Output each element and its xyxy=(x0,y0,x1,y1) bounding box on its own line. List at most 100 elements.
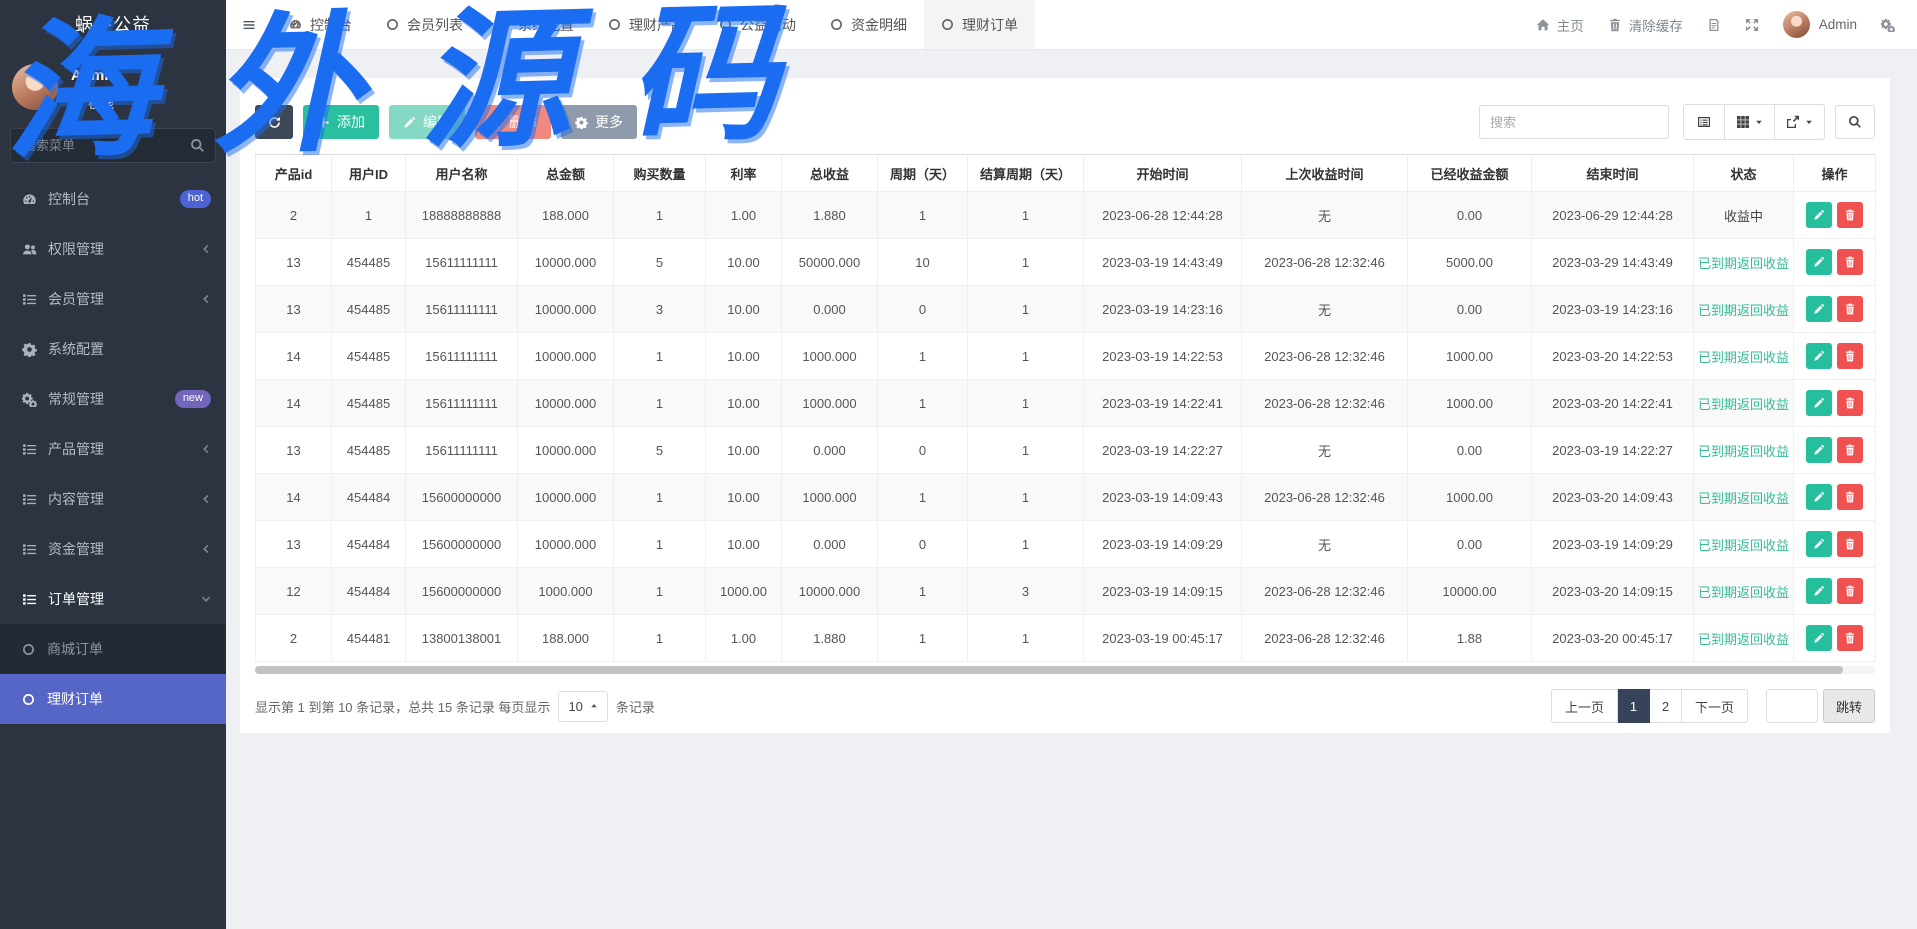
table-row[interactable]: 134544851561111111110000.000510.0050000.… xyxy=(256,239,1876,286)
dashboard-icon xyxy=(289,18,302,31)
row-edit-button[interactable] xyxy=(1806,531,1832,557)
more-button[interactable]: 更多 xyxy=(561,105,637,139)
row-edit-button[interactable] xyxy=(1806,343,1832,369)
fullscreen-button[interactable] xyxy=(1745,18,1759,32)
refresh-button[interactable] xyxy=(255,105,293,139)
tab-理财订单[interactable]: 理财订单 xyxy=(924,0,1035,49)
row-delete-button[interactable] xyxy=(1837,484,1863,510)
sidebar-item-会员管理[interactable]: 会员管理 xyxy=(0,274,226,324)
row-delete-button[interactable] xyxy=(1837,202,1863,228)
clear-cache-link[interactable]: 清除缓存 xyxy=(1608,15,1683,35)
table-cell: 1000.00 xyxy=(1408,333,1532,380)
sidebar-item-控制台[interactable]: 控制台hot xyxy=(0,174,226,224)
table-row[interactable]: 134544851561111111110000.000510.000.0000… xyxy=(256,427,1876,474)
search-button[interactable] xyxy=(1835,105,1875,139)
row-edit-button[interactable] xyxy=(1806,578,1832,604)
document-button[interactable] xyxy=(1707,18,1721,32)
status-badge[interactable]: 已到期返回收益 xyxy=(1698,303,1789,318)
trash-icon xyxy=(1844,209,1856,221)
page-size-select[interactable]: 10 xyxy=(558,691,607,722)
row-edit-button[interactable] xyxy=(1806,202,1832,228)
detail-view-button[interactable] xyxy=(1684,105,1724,139)
settings-button[interactable] xyxy=(1881,18,1895,32)
page-button-1[interactable]: 1 xyxy=(1618,689,1650,723)
status-badge[interactable]: 已到期返回收益 xyxy=(1698,397,1789,412)
avatar[interactable] xyxy=(12,64,58,110)
edit-button[interactable]: 编辑 xyxy=(389,105,465,139)
table-cell: 1 xyxy=(968,521,1084,568)
row-delete-button[interactable] xyxy=(1837,390,1863,416)
scrollbar-thumb[interactable] xyxy=(255,666,1843,674)
table-row[interactable]: 2118888888888188.00011.001.880112023-06-… xyxy=(256,192,1876,239)
table-cell: 2023-03-19 14:09:43 xyxy=(1084,474,1242,521)
sidebar-item-产品管理[interactable]: 产品管理 xyxy=(0,424,226,474)
row-delete-button[interactable] xyxy=(1837,437,1863,463)
status-badge[interactable]: 已到期返回收益 xyxy=(1698,350,1789,365)
status-badge[interactable]: 已到期返回收益 xyxy=(1698,585,1789,600)
column-header-已经收益金额: 已经收益金额 xyxy=(1408,155,1532,192)
sidebar-item-内容管理[interactable]: 内容管理 xyxy=(0,474,226,524)
row-delete-button[interactable] xyxy=(1837,531,1863,557)
menu-search-input[interactable] xyxy=(10,128,216,163)
page-button-2[interactable]: 2 xyxy=(1650,689,1682,723)
home-link[interactable]: 主页 xyxy=(1536,15,1584,35)
add-button[interactable]: 添加 xyxy=(303,105,379,139)
table-row[interactable]: 12454484156000000001000.00011000.0010000… xyxy=(256,568,1876,615)
row-edit-button[interactable] xyxy=(1806,390,1832,416)
status-badge[interactable]: 已到期返回收益 xyxy=(1698,444,1789,459)
export-button[interactable] xyxy=(1774,105,1824,139)
tab-理财产品[interactable]: 理财产品 xyxy=(591,0,702,49)
sidebar-item-权限管理[interactable]: 权限管理 xyxy=(0,224,226,274)
table-cell: 2023-03-20 00:45:17 xyxy=(1532,615,1694,662)
tab-系统配置[interactable]: 系统配置 xyxy=(480,0,591,49)
delete-button[interactable]: 删除 xyxy=(475,105,551,139)
row-edit-button[interactable] xyxy=(1806,249,1832,275)
table-row[interactable]: 134544851561111111110000.000310.000.0000… xyxy=(256,286,1876,333)
table-row[interactable]: 144544851561111111110000.000110.001000.0… xyxy=(256,333,1876,380)
row-delete-button[interactable] xyxy=(1837,296,1863,322)
sidebar-item-订单管理[interactable]: 订单管理 xyxy=(0,574,226,624)
jump-page-input[interactable] xyxy=(1766,689,1818,723)
sidebar-item-label: 内容管理 xyxy=(48,489,201,509)
tab-label: 资金明细 xyxy=(851,15,907,35)
row-edit-button[interactable] xyxy=(1806,437,1832,463)
sidebar-toggle-button[interactable] xyxy=(226,0,272,49)
table-cell: 10.00 xyxy=(706,474,782,521)
tab-会员列表[interactable]: 会员列表 xyxy=(369,0,480,49)
table-row[interactable]: 245448113800138001188.00011.001.88011202… xyxy=(256,615,1876,662)
row-delete-button[interactable] xyxy=(1837,343,1863,369)
sidebar-item-常规管理[interactable]: 常规管理new xyxy=(0,374,226,424)
admin-menu[interactable]: Admin xyxy=(1783,11,1857,38)
status-badge[interactable]: 已到期返回收益 xyxy=(1698,538,1789,553)
status-badge[interactable]: 已到期返回收益 xyxy=(1698,491,1789,506)
table-cell: 1 xyxy=(968,615,1084,662)
next-page-button[interactable]: 下一页 xyxy=(1682,689,1748,723)
status-badge[interactable]: 已到期返回收益 xyxy=(1698,632,1789,647)
sidebar-item-商城订单[interactable]: 商城订单 xyxy=(0,624,226,674)
sidebar-item-资金管理[interactable]: 资金管理 xyxy=(0,524,226,574)
tab-控制台[interactable]: 控制台 xyxy=(272,0,369,49)
row-edit-button[interactable] xyxy=(1806,296,1832,322)
table-row[interactable]: 134544841560000000010000.000110.000.0000… xyxy=(256,521,1876,568)
status-badge[interactable]: 已到期返回收益 xyxy=(1698,256,1789,271)
prev-page-button[interactable]: 上一页 xyxy=(1551,689,1618,723)
tab-资金明细[interactable]: 资金明细 xyxy=(813,0,924,49)
table-row[interactable]: 144544841560000000010000.000110.001000.0… xyxy=(256,474,1876,521)
table-row[interactable]: 144544851561111111110000.000110.001000.0… xyxy=(256,380,1876,427)
row-delete-button[interactable] xyxy=(1837,578,1863,604)
table-cell: 2023-03-20 14:09:15 xyxy=(1532,568,1694,615)
sidebar-item-系统配置[interactable]: 系统配置 xyxy=(0,324,226,374)
pagination-info-suffix: 条记录 xyxy=(616,697,655,716)
search-input[interactable] xyxy=(1479,105,1669,139)
row-delete-button[interactable] xyxy=(1837,625,1863,651)
row-delete-button[interactable] xyxy=(1837,249,1863,275)
jump-button[interactable]: 跳转 xyxy=(1823,689,1875,723)
list-icon xyxy=(22,292,37,307)
row-edit-button[interactable] xyxy=(1806,625,1832,651)
row-edit-button[interactable] xyxy=(1806,484,1832,510)
columns-button[interactable] xyxy=(1724,105,1774,139)
sidebar-item-理财订单[interactable]: 理财订单 xyxy=(0,674,226,724)
table-cell: 10.00 xyxy=(706,333,782,380)
table-cell: 1 xyxy=(614,615,706,662)
tab-公益活动[interactable]: 公益活动 xyxy=(702,0,813,49)
